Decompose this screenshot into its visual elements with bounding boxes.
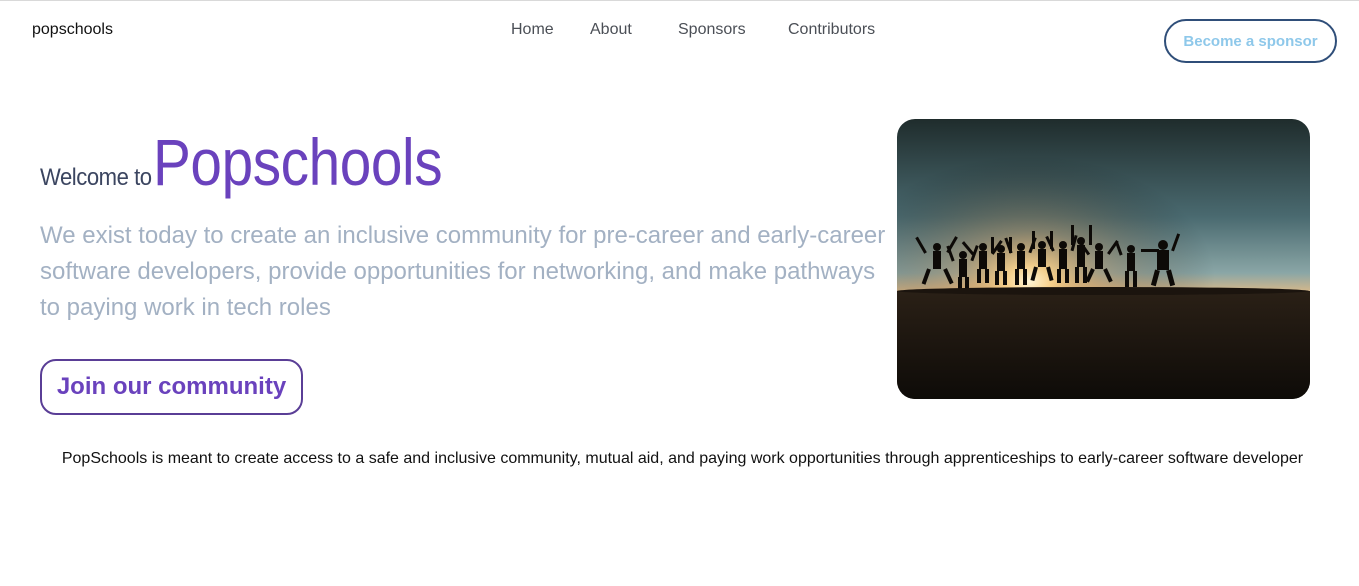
nav-link-home[interactable]: Home <box>511 21 554 39</box>
welcome-name: Popschools <box>153 125 443 199</box>
hero-tagline: We exist today to create an inclusive co… <box>40 222 886 321</box>
silhouettes-jumping-sunset-photo <box>897 119 1310 399</box>
join-community-button[interactable]: Join our community <box>40 359 303 415</box>
mission-statement: PopSchools is meant to create access to … <box>61 450 1304 467</box>
hero-title: Welcome toPopschools <box>40 129 490 195</box>
site-header: popschools Home About Sponsors Contribut… <box>0 1 1359 63</box>
nav-link-sponsors[interactable]: Sponsors <box>678 21 746 39</box>
main-nav: Home About Sponsors Contributors <box>0 21 1359 41</box>
become-sponsor-button[interactable]: Become a sponsor <box>1164 19 1337 63</box>
nav-link-about[interactable]: About <box>590 21 632 39</box>
welcome-prefix: Welcome to <box>40 164 152 191</box>
nav-link-contributors[interactable]: Contributors <box>788 21 875 39</box>
